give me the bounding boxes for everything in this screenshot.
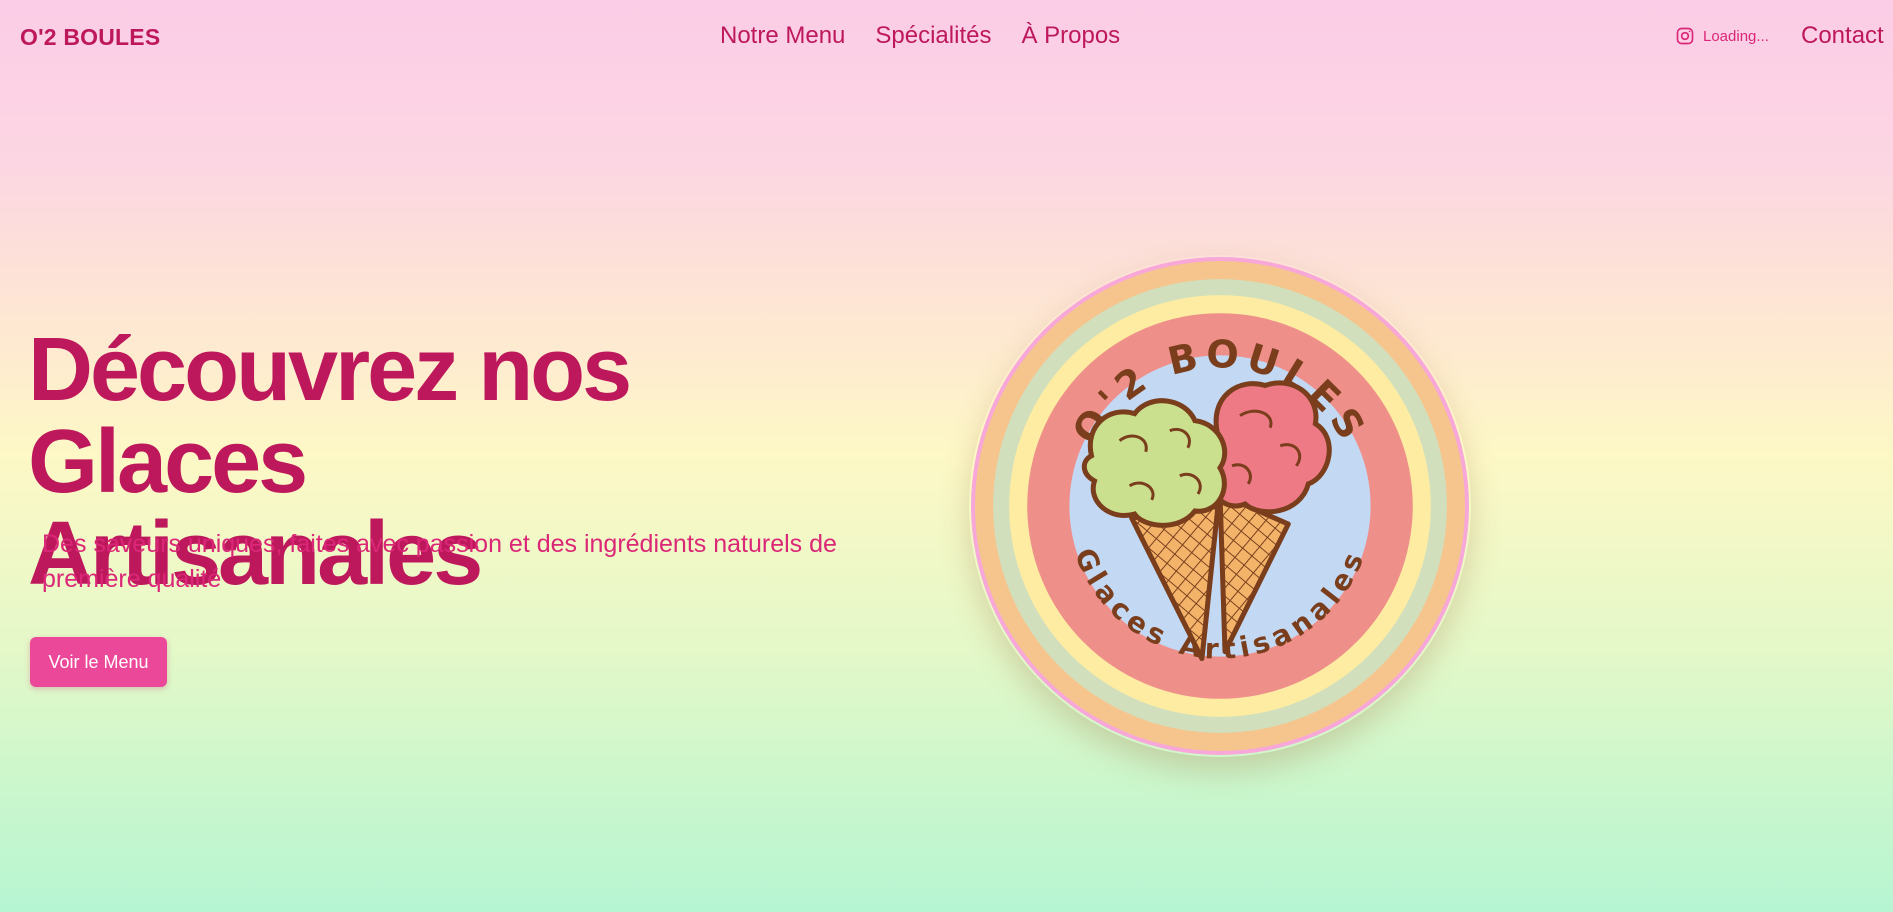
ice-cream-logo-image: O'2 BOULES Glaces Artisanales	[971, 257, 1469, 755]
nav-link-menu[interactable]: Notre Menu	[720, 22, 845, 50]
hero-title-line1: Découvrez nos Glaces	[28, 320, 632, 512]
top-navigation: O'2 BOULES Notre Menu Spécialités À Prop…	[0, 0, 1893, 74]
brand-logo-text[interactable]: O'2 BOULES	[20, 24, 160, 51]
hero-subtitle: Des saveurs uniques, faites avec passion…	[42, 530, 837, 593]
main-nav-links: Notre Menu Spécialités À Propos	[720, 22, 1120, 50]
nav-link-a-propos[interactable]: À Propos	[1021, 22, 1120, 50]
instagram-link[interactable]: Loading...	[1675, 26, 1769, 46]
nav-link-contact[interactable]: Contact	[1801, 22, 1884, 50]
view-menu-button[interactable]: Voir le Menu	[30, 637, 167, 687]
instagram-status-text: Loading...	[1703, 27, 1769, 45]
nav-link-specialites[interactable]: Spécialités	[875, 22, 991, 50]
instagram-icon	[1676, 27, 1694, 45]
shop-logo-badge: O'2 BOULES Glaces Artisanales	[969, 255, 1471, 757]
